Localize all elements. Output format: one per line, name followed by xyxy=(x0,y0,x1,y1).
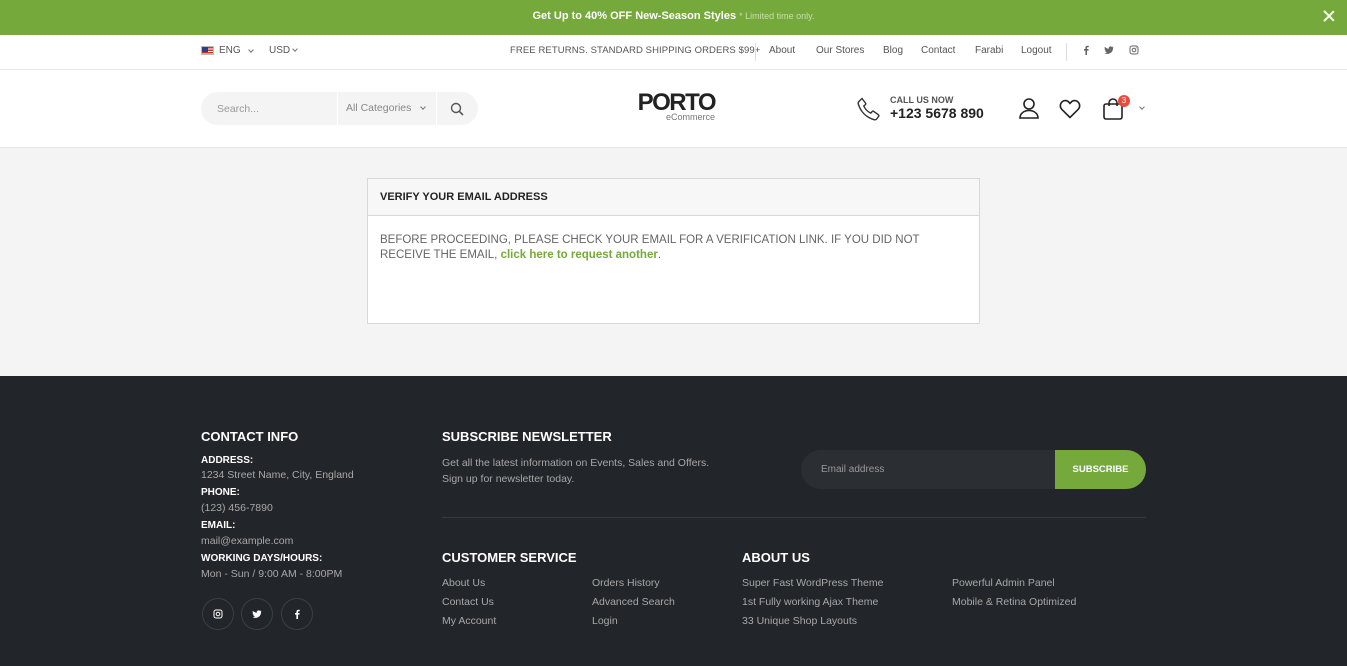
newsletter-text: Get all the latest information on Events… xyxy=(442,455,742,487)
twitter-icon[interactable] xyxy=(1104,45,1114,57)
address-label: ADDRESS: xyxy=(201,455,254,466)
card-title: VERIFY YOUR EMAIL ADDRESS xyxy=(368,179,979,216)
footer: CONTACT INFO ADDRESS: 1234 Street Name, … xyxy=(0,376,1347,666)
footer-link-ajax-theme[interactable]: 1st Fully working Ajax Theme xyxy=(742,596,878,608)
customer-service-title: CUSTOMER SERVICE xyxy=(442,550,577,565)
facebook-icon[interactable] xyxy=(1082,45,1090,57)
twitter-icon[interactable] xyxy=(241,598,273,630)
newsletter-line-1: Get all the latest information on Events… xyxy=(442,457,710,469)
user-icon xyxy=(1019,98,1039,119)
divider xyxy=(755,43,756,61)
search-button[interactable] xyxy=(437,92,477,125)
chevron-down-icon[interactable] xyxy=(1139,104,1145,110)
nav-account[interactable]: Farabi xyxy=(975,45,1003,56)
promo-rest: New-Season Styles xyxy=(635,10,737,22)
footer-link-advanced-search[interactable]: Advanced Search xyxy=(592,596,675,608)
promo-text: Get Up to xyxy=(532,10,582,22)
close-icon[interactable] xyxy=(1321,8,1337,24)
newsletter-line-2: Sign up for newsletter today. xyxy=(442,473,575,485)
verify-email-card: VERIFY YOUR EMAIL ADDRESS BEFORE PROCEED… xyxy=(367,178,980,324)
nav-blog[interactable]: Blog xyxy=(883,45,903,56)
footer-link-my-account[interactable]: My Account xyxy=(442,615,496,627)
search-input[interactable]: Search... xyxy=(201,103,337,115)
subscribe-button[interactable]: SUBSCRIBE xyxy=(1055,450,1146,489)
us-flag-icon xyxy=(201,46,214,55)
call-label: CALL US NOW xyxy=(890,95,954,105)
wishlist-button[interactable] xyxy=(1059,99,1081,124)
footer-link-orders-history[interactable]: Orders History xyxy=(592,577,660,589)
card-body: BEFORE PROCEEDING, PLEASE CHECK YOUR EMA… xyxy=(368,216,979,280)
chevron-down-icon xyxy=(292,46,298,52)
site-header: Search... All Categories PORTO eCommerce… xyxy=(0,70,1347,148)
search-bar: Search... All Categories xyxy=(201,92,478,125)
search-icon xyxy=(450,102,464,116)
category-label: All Categories xyxy=(346,102,412,114)
hours-label: WORKING DAYS/HOURS: xyxy=(201,553,323,564)
promo-highlight: 40% OFF xyxy=(585,10,633,22)
category-select[interactable]: All Categories xyxy=(337,92,437,125)
verify-end: . xyxy=(657,249,662,261)
cart-count-badge: 3 xyxy=(1118,95,1130,107)
address-value: 1234 Street Name, City, England xyxy=(201,469,354,481)
footer-link-about-us[interactable]: About Us xyxy=(442,577,485,589)
nav-our-stores[interactable]: Our Stores xyxy=(816,45,864,56)
promo-note: * Limited time only. xyxy=(739,11,815,21)
contact-title: CONTACT INFO xyxy=(201,429,299,444)
phone-value[interactable]: (123) 456-7890 xyxy=(201,502,273,514)
nav-logout[interactable]: Logout xyxy=(1021,45,1052,56)
about-us-title: ABOUT US xyxy=(742,550,810,565)
call-us: CALL US NOW +123 5678 890 xyxy=(856,95,984,122)
footer-link-admin-panel[interactable]: Powerful Admin Panel xyxy=(952,577,1055,589)
divider xyxy=(442,517,1146,518)
nav-contact[interactable]: Contact xyxy=(921,45,955,56)
shipping-notice: FREE RETURNS. STANDARD SHIPPING ORDERS $… xyxy=(510,45,761,56)
instagram-icon[interactable] xyxy=(202,598,234,630)
account-button[interactable] xyxy=(1018,97,1040,124)
resend-verification-link[interactable]: click here to request another xyxy=(501,249,658,261)
currency-switcher[interactable]: USD xyxy=(269,45,298,56)
footer-link-fast-theme[interactable]: Super Fast WordPress Theme xyxy=(742,577,883,589)
newsletter-title: SUBSCRIBE NEWSLETTER xyxy=(442,429,612,444)
heart-icon xyxy=(1059,99,1081,119)
footer-link-contact-us[interactable]: Contact Us xyxy=(442,596,494,608)
nav-about[interactable]: About xyxy=(769,45,795,56)
facebook-icon[interactable] xyxy=(281,598,313,630)
promo-bar: Get Up to 40% OFF New-Season Styles * Li… xyxy=(0,0,1347,35)
email-label: EMAIL: xyxy=(201,520,236,531)
hours-value: Mon - Sun / 9:00 AM - 8:00PM xyxy=(201,568,343,580)
email-value[interactable]: mail@example.com xyxy=(201,535,293,547)
phone-label: PHONE: xyxy=(201,487,240,498)
currency-label: USD xyxy=(269,45,291,56)
language-label: ENG xyxy=(219,45,241,56)
footer-link-shop-layouts[interactable]: 33 Unique Shop Layouts xyxy=(742,615,857,627)
top-bar: ENG USD FREE RETURNS. STANDARD SHIPPING … xyxy=(0,35,1347,70)
phone-number[interactable]: +123 5678 890 xyxy=(890,105,984,122)
footer-link-login[interactable]: Login xyxy=(592,615,618,627)
chevron-down-icon xyxy=(420,104,427,110)
newsletter-email-input[interactable]: Email address xyxy=(801,450,1059,489)
chevron-down-icon xyxy=(247,46,254,53)
phone-icon xyxy=(857,96,880,121)
language-switcher[interactable]: ENG xyxy=(201,45,254,56)
logo[interactable]: PORTO eCommerce xyxy=(633,91,717,122)
instagram-icon[interactable] xyxy=(1129,45,1139,57)
divider xyxy=(1066,43,1067,61)
footer-link-retina[interactable]: Mobile & Retina Optimized xyxy=(952,596,1076,608)
